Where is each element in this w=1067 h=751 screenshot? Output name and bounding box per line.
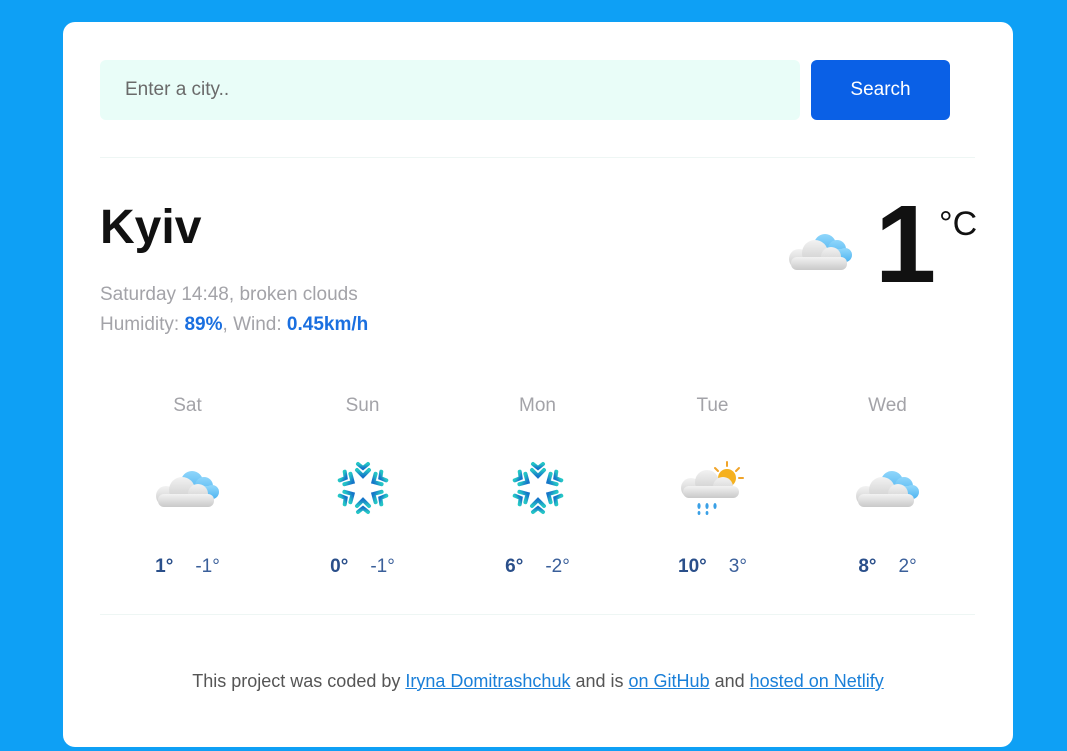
forecast-temps: 1° -1° (100, 556, 275, 578)
forecast-day: Wed 8° 2° (800, 394, 975, 578)
forecast-day: Sat 1° -1° (100, 394, 275, 578)
forecast-min: -1° (195, 556, 220, 577)
rain-sun-cloud-icon (677, 460, 749, 516)
search-form: Search (100, 60, 950, 120)
snowflake-icon (327, 460, 399, 516)
forecast-max: 10° (678, 556, 707, 577)
weather-description: broken clouds (239, 284, 358, 305)
github-link[interactable]: on GitHub (629, 671, 710, 691)
forecast-min: 3° (728, 556, 747, 577)
forecast-day-name: Sat (173, 395, 202, 416)
search-input[interactable] (100, 60, 800, 120)
temperature-unit: °C (939, 205, 978, 243)
humidity-value: 89% (184, 314, 223, 335)
weather-card: Search Kyiv Saturday 14:48, broken cloud… (63, 22, 1013, 747)
humidity-wind-line: Humidity: 89%, Wind: 0.45km/h (100, 314, 369, 335)
forecast-day-name: Wed (868, 395, 907, 416)
forecast-max: 0° (330, 556, 349, 577)
forecast-min: -1° (370, 556, 395, 577)
forecast: Sat 1° -1° Sun 0° -1° Mon 6° -2° Tue 10° 3° (100, 394, 975, 584)
forecast-day-name: Sun (345, 395, 380, 416)
broken-clouds-icon (785, 227, 857, 275)
forecast-day: Tue 10° 3° (625, 394, 800, 578)
forecast-max: 6° (505, 556, 524, 577)
humidity-label: Humidity: (100, 314, 180, 335)
footer-text: This project was coded by (192, 671, 401, 691)
forecast-temps: 8° 2° (800, 556, 975, 578)
top-divider (100, 157, 975, 158)
forecast-day: Mon 6° -2° (450, 394, 625, 578)
footer-text: and is (575, 671, 624, 691)
author-link[interactable]: Iryna Domitrashchuk (405, 671, 570, 691)
bottom-divider (100, 614, 975, 615)
forecast-temps: 0° -1° (275, 556, 450, 578)
forecast-day: Sun 0° -1° (275, 394, 450, 578)
broken-clouds-icon (152, 460, 224, 516)
snowflake-icon (502, 460, 574, 516)
wind-label: Wind: (233, 314, 282, 335)
footer: This project was coded by Iryna Domitras… (63, 671, 1013, 692)
forecast-max: 1° (155, 556, 174, 577)
forecast-day-name: Mon (519, 395, 556, 416)
forecast-temps: 6° -2° (450, 556, 625, 578)
forecast-min: -2° (545, 556, 570, 577)
broken-clouds-icon (852, 460, 924, 516)
city-name: Kyiv (100, 201, 202, 254)
current-details: Saturday 14:48, broken clouds Humidity: … (100, 280, 368, 340)
search-button[interactable]: Search (811, 60, 950, 120)
forecast-max: 8° (858, 556, 877, 577)
current-datetime: Saturday 14:48 (100, 284, 229, 305)
current-temperature: 1 (875, 183, 937, 306)
footer-text: and (714, 671, 745, 691)
forecast-day-name: Tue (696, 395, 729, 416)
forecast-temps: 10° 3° (625, 556, 800, 578)
date-description-line: Saturday 14:48, broken clouds (100, 284, 358, 305)
wind-value: 0.45km/h (286, 314, 369, 335)
netlify-link[interactable]: hosted on Netlify (750, 671, 884, 691)
forecast-min: 2° (898, 556, 917, 577)
